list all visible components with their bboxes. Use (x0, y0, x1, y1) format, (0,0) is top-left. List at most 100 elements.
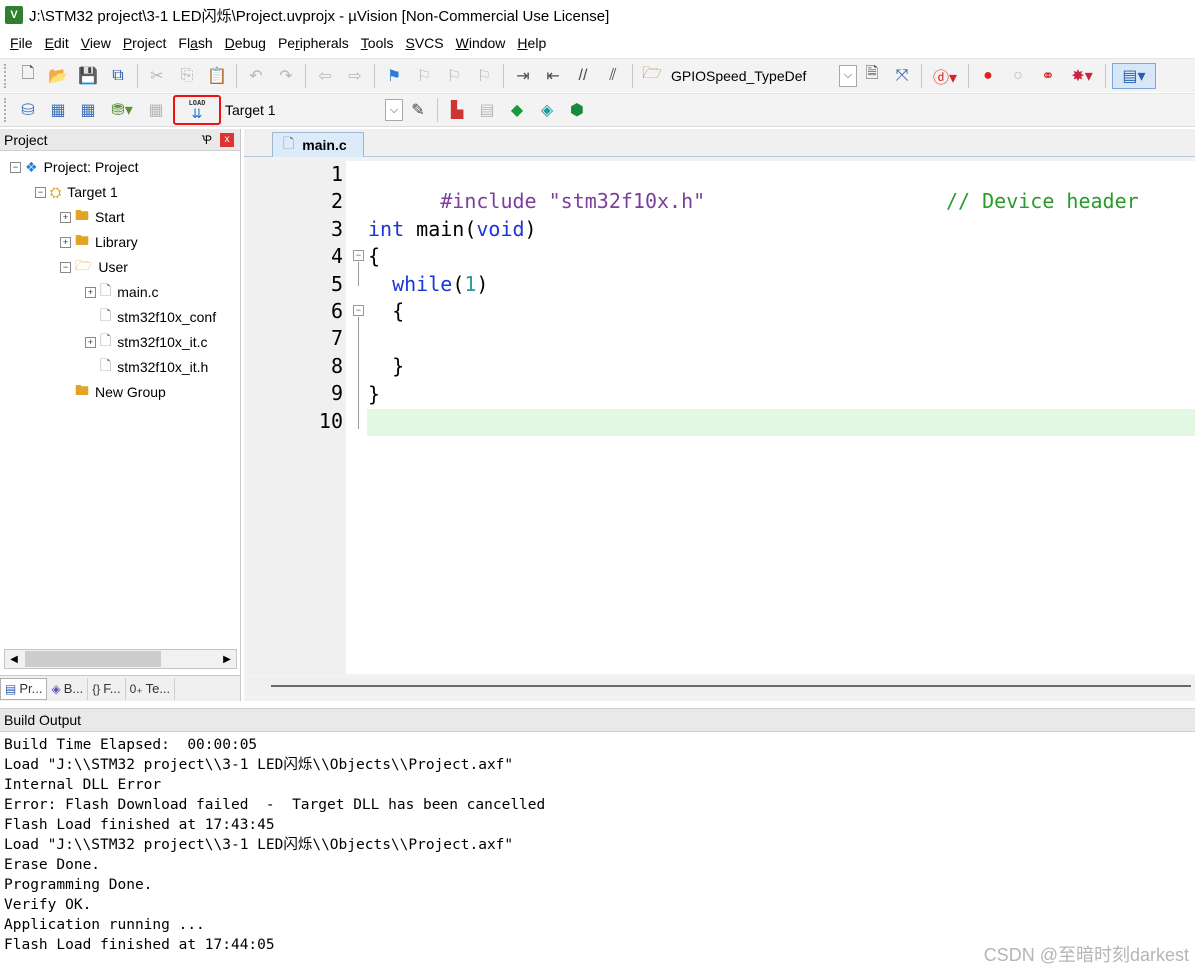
expand-icon[interactable]: + (60, 236, 71, 248)
run-time-env-icon[interactable]: ⬢ (564, 97, 590, 123)
menu-view[interactable]: View (75, 35, 117, 51)
bookmark-insert-icon[interactable]: ⚑ (381, 63, 407, 89)
menu-debug[interactable]: Debug (219, 35, 272, 51)
tree-item[interactable]: − ⛭ Target 1 (35, 180, 118, 204)
source-browser-icon[interactable]: ⤧ (889, 63, 915, 89)
scroll-right-icon[interactable]: ▶ (218, 650, 236, 668)
menu-help[interactable]: Help (511, 35, 552, 51)
incremental-find-icon[interactable]: 🗎 (859, 63, 885, 89)
target-options-icon[interactable]: ✎ (405, 97, 431, 123)
batch-build-icon[interactable]: ⛃▾ (105, 97, 139, 123)
menu-window[interactable]: Window (450, 35, 512, 51)
file-toolbar: 🗋 📂 💾 ⧉ ✂ ⎘ 📋 ↶ ↷ ⇦ ⇨ ⚑ ⚐ ⚐ ⚐ ⇥ ⇤ // ⫽ 🗁… (0, 58, 1195, 92)
toolbar-grip[interactable] (4, 98, 9, 122)
editor-horizontal-scrollbar[interactable] (249, 677, 1195, 695)
debug-session-icon[interactable]: ⓓ▾ (928, 63, 962, 89)
indent-icon[interactable]: ⇥ (510, 63, 536, 89)
find-in-files-icon[interactable]: 🗁 (639, 63, 665, 89)
tab-project[interactable]: ▤ Pr... (0, 677, 48, 700)
scrollbar-thumb[interactable] (271, 685, 1191, 687)
collapse-icon[interactable]: − (35, 186, 46, 198)
scrollbar-thumb[interactable] (25, 651, 161, 667)
pack-installer-icon[interactable]: ◆ (504, 97, 530, 123)
tab-templates[interactable]: 0₊ Te... (126, 677, 176, 700)
tree-item[interactable]: − ❖ Project: Project (10, 155, 139, 179)
fold-collapse-icon[interactable]: − (353, 250, 364, 261)
punctuation-token: ( (452, 272, 465, 296)
navigate-forward-icon[interactable]: ⇨ (342, 63, 368, 89)
menu-file[interactable]: File (4, 35, 39, 51)
build-icon[interactable]: ▦ (45, 97, 71, 123)
target-combo[interactable]: Target 1 ⌵ (223, 98, 403, 122)
tab-functions[interactable]: {} F... (88, 677, 126, 700)
rebuild-icon[interactable]: ▦ (75, 97, 101, 123)
redo-icon[interactable]: ↷ (273, 63, 299, 89)
line-number: 8 (330, 353, 343, 378)
window-layout-icon[interactable]: ▤▾ (1112, 62, 1156, 89)
menu-edit[interactable]: Edit (39, 35, 75, 51)
paste-icon[interactable]: 📋 (204, 63, 230, 89)
scroll-left-icon[interactable]: ◀ (5, 650, 23, 668)
collapse-icon[interactable]: − (10, 161, 21, 173)
download-load-button[interactable]: LOAD ⇊ (173, 95, 221, 125)
punctuation-token: ) (524, 217, 537, 241)
navigate-back-icon[interactable]: ⇦ (312, 63, 338, 89)
fold-collapse-icon[interactable]: − (353, 305, 364, 316)
editor-tab-main-c[interactable]: 🗋 main.c (272, 132, 364, 157)
bookmark-prev-icon[interactable]: ⚐ (411, 63, 437, 89)
find-combo[interactable]: GPIOSpeed_TypeDef ⌵ (667, 64, 857, 88)
expand-icon[interactable]: + (85, 286, 96, 298)
save-icon[interactable]: 💾 (75, 63, 101, 89)
stop-build-icon[interactable]: ▦ (143, 97, 169, 123)
comment-icon[interactable]: // (570, 63, 596, 89)
tab-books[interactable]: ◈ B... (47, 677, 89, 700)
bookmark-next-icon[interactable]: ⚐ (441, 63, 467, 89)
select-packs-icon[interactable]: ▤ (474, 97, 500, 123)
manage-components-icon[interactable]: ▙ (444, 97, 470, 123)
expand-icon[interactable]: + (60, 211, 71, 223)
menu-svcs[interactable]: SVCS (399, 35, 449, 51)
line-number: 1 (330, 162, 343, 186)
close-icon[interactable]: x (220, 132, 234, 147)
undo-icon[interactable]: ↶ (243, 63, 269, 89)
chevron-down-icon[interactable]: ⌵ (839, 64, 857, 87)
breakpoint-disable-icon[interactable]: ○ (1005, 63, 1031, 89)
breakpoint-disable-all-icon[interactable]: ⚭ (1035, 63, 1061, 89)
tree-item[interactable]: + 🗋 stm32f10x_it.c (85, 330, 208, 354)
tree-item[interactable]: 🗋 stm32f10x_conf (85, 305, 216, 329)
tree-item-label: Start (95, 209, 125, 225)
tree-item[interactable]: 🗋 stm32f10x_it.h (85, 355, 208, 379)
tree-item-label: stm32f10x_conf (117, 309, 217, 325)
cut-icon[interactable]: ✂ (144, 63, 170, 89)
tree-item[interactable]: 🖿 New Group (60, 380, 166, 404)
open-file-icon[interactable]: 📂 (45, 63, 71, 89)
menu-project[interactable]: Project (117, 35, 173, 51)
tree-item[interactable]: − 🗁 User (60, 255, 128, 279)
target-icon: ⛭ (50, 183, 62, 200)
pin-icon[interactable]: Ꝕ (202, 131, 212, 148)
translate-icon[interactable]: ⛁ (15, 97, 41, 123)
unindent-icon[interactable]: ⇤ (540, 63, 566, 89)
expand-icon[interactable]: + (85, 336, 96, 348)
tree-item[interactable]: + 🗋 main.c (85, 280, 159, 304)
breakpoint-insert-icon[interactable]: ● (975, 63, 1001, 89)
uncomment-icon[interactable]: ⫽ (600, 63, 626, 89)
bookmark-clear-icon[interactable]: ⚐ (471, 63, 497, 89)
copy-icon[interactable]: ⎘ (174, 63, 200, 89)
collapse-icon[interactable]: − (60, 261, 71, 273)
tree-item[interactable]: + 🖿 Library (60, 230, 138, 254)
menu-flash[interactable]: Flash (172, 35, 218, 51)
save-all-icon[interactable]: ⧉ (105, 63, 131, 89)
select-software-packs-icon[interactable]: ◈ (534, 97, 560, 123)
menu-label-rest: VCS (414, 35, 444, 51)
menu-tools[interactable]: Tools (355, 35, 400, 51)
chevron-down-icon[interactable]: ⌵ (385, 99, 403, 121)
new-file-icon[interactable]: 🗋 (15, 63, 41, 89)
tree-item[interactable]: + 🖿 Start (60, 205, 125, 229)
project-horizontal-scrollbar[interactable]: ◀ ▶ (4, 649, 237, 669)
code-editor[interactable]: 1 2 3 4 5 6 7 8 9 10 − − #include "stm32f10x.h" /… (249, 161, 1195, 674)
breakpoint-kill-all-icon[interactable]: ✸▾ (1065, 63, 1099, 89)
menu-peripherals[interactable]: Peripherals (272, 35, 355, 51)
build-output-text[interactable]: Build Time Elapsed: 00:00:05 Load "J:\\ST… (0, 734, 1195, 975)
toolbar-grip[interactable] (4, 63, 9, 88)
